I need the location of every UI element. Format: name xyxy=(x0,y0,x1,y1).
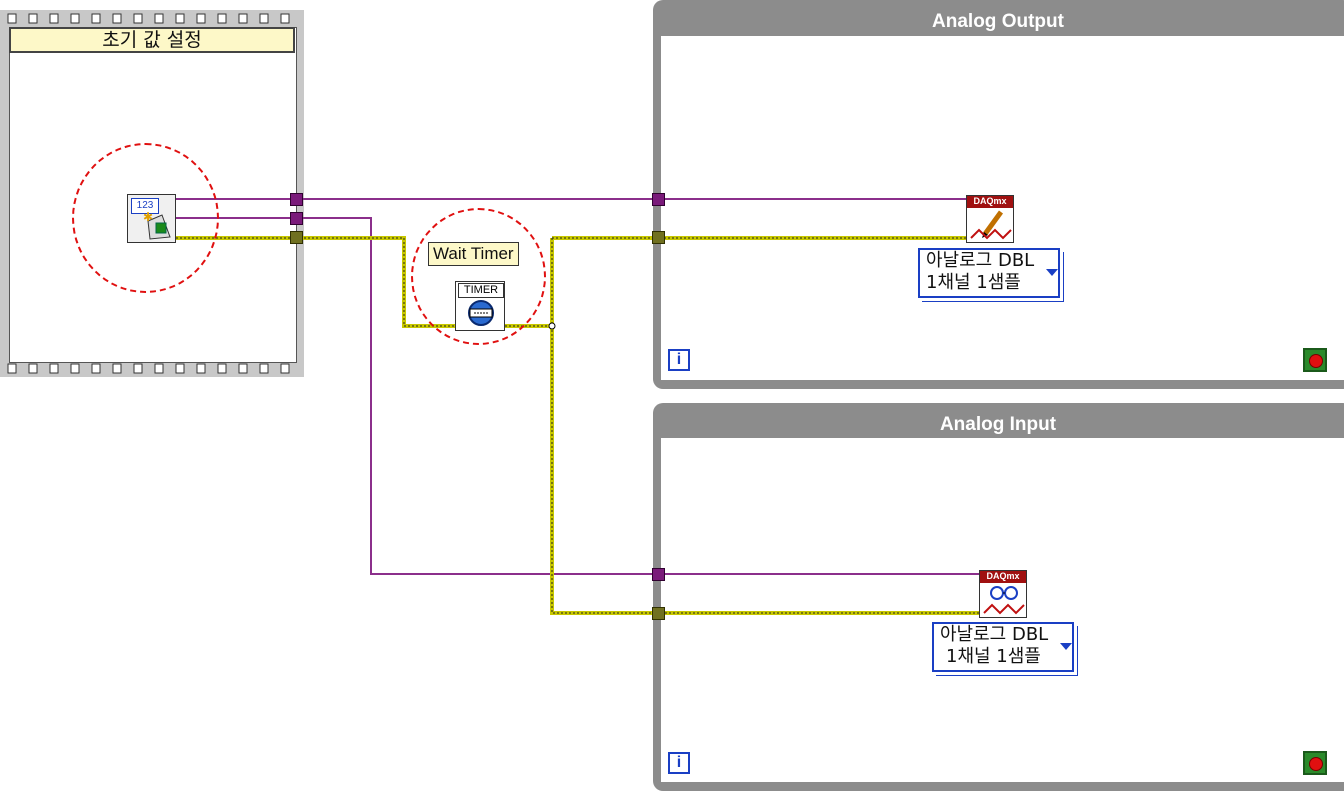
daqmx-header: DAQmx xyxy=(980,571,1026,583)
selector-line1: 아날로그 DBL xyxy=(940,624,1049,645)
daqmx-polymorphic-selector[interactable]: 아날로그 DBL 1채널 1샘플 xyxy=(918,248,1060,298)
daqmx-polymorphic-selector[interactable]: 아날로그 DBL 1채널 1샘플 xyxy=(932,622,1074,672)
loop-tunnel[interactable] xyxy=(652,607,665,620)
wires xyxy=(176,198,982,615)
selector-line1: 아날로그 DBL xyxy=(926,250,1035,271)
dropdown-arrow-icon[interactable] xyxy=(1060,643,1072,650)
pencil-write-icon xyxy=(970,210,1012,240)
highlight-circle xyxy=(72,143,219,293)
sequence-tunnel[interactable] xyxy=(290,212,303,225)
loop-tunnel[interactable] xyxy=(652,231,665,244)
dropdown-arrow-icon[interactable] xyxy=(1046,269,1058,276)
glasses-read-icon xyxy=(983,586,1025,615)
error-wire[interactable] xyxy=(176,236,982,615)
task-wire-input[interactable] xyxy=(176,217,982,575)
wire-junction xyxy=(548,322,556,330)
loop-tunnel[interactable] xyxy=(652,193,665,206)
daqmx-header: DAQmx xyxy=(967,196,1013,208)
selector-line2: 1채널 1샘플 xyxy=(946,646,1041,667)
daqmx-read-vi[interactable]: DAQmx xyxy=(979,570,1027,618)
sequence-tunnel[interactable] xyxy=(290,193,303,206)
loop-tunnel[interactable] xyxy=(652,568,665,581)
selector-line2: 1채널 1샘플 xyxy=(926,272,1021,293)
daqmx-write-vi[interactable]: DAQmx xyxy=(966,195,1014,243)
highlight-circle xyxy=(411,208,546,345)
sequence-tunnel[interactable] xyxy=(290,231,303,244)
